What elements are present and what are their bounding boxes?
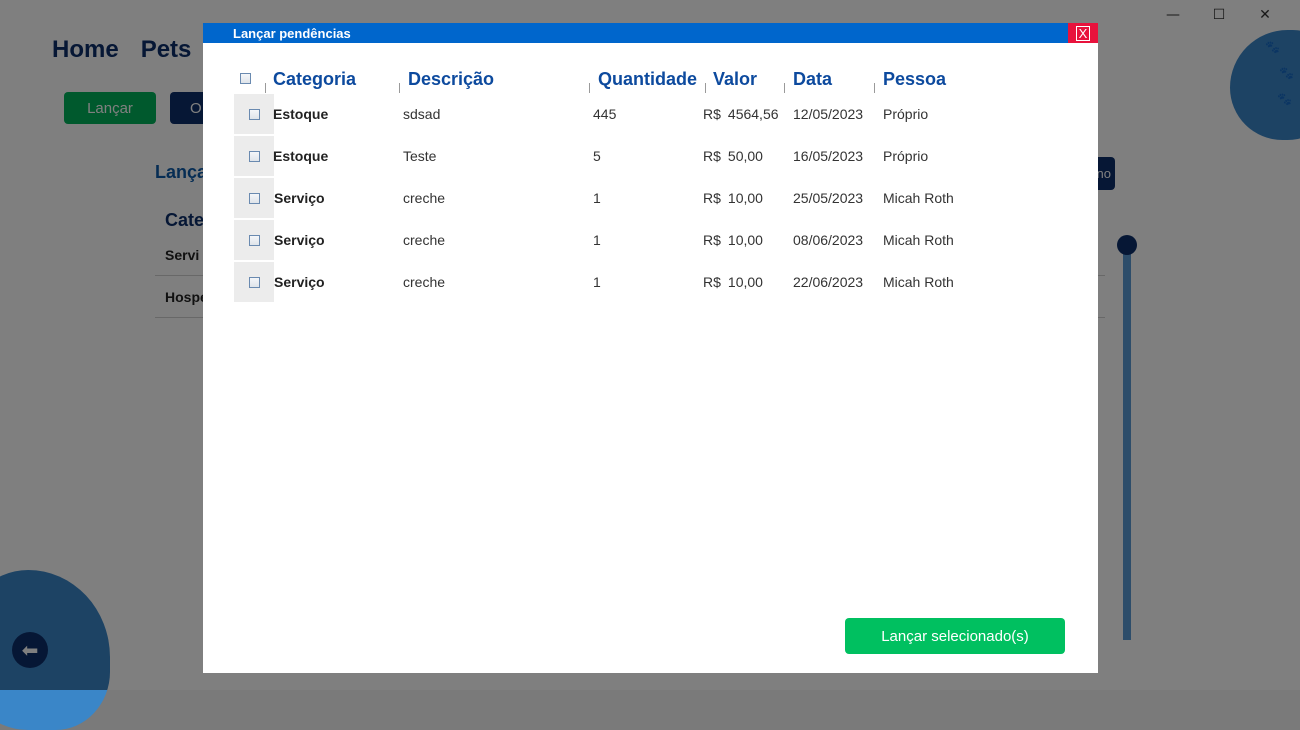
table-row[interactable]: Estoque Teste 5 R$ 50,00 16/05/2023 Próp…	[203, 136, 1098, 176]
currency-symbol: R$	[703, 148, 721, 164]
pending-entries-dialog: Lançar pendências X Categoria Descrição …	[203, 23, 1098, 673]
row-select-cell[interactable]	[234, 178, 274, 218]
table-row[interactable]: Serviço creche 1 R$ 10,00 08/06/2023 Mic…	[203, 220, 1098, 260]
cell-quantidade: 1	[593, 232, 601, 248]
currency-symbol: R$	[703, 190, 721, 206]
column-header-pessoa[interactable]: Pessoa	[883, 69, 946, 90]
row-checkbox[interactable]	[248, 150, 260, 162]
cell-quantidade: 1	[593, 274, 601, 290]
cell-pessoa: Micah Roth	[883, 232, 954, 248]
cell-valor: R$ 10,00	[703, 178, 763, 218]
cell-data: 08/06/2023	[793, 232, 864, 248]
dialog-title: Lançar pendências	[233, 26, 351, 41]
column-header-quantidade[interactable]: Quantidade	[598, 69, 697, 90]
column-divider[interactable]	[399, 83, 400, 93]
row-checkbox[interactable]	[248, 108, 260, 120]
column-divider[interactable]	[705, 83, 706, 93]
cell-valor: R$ 50,00	[703, 136, 763, 176]
cell-valor: R$ 10,00	[703, 220, 763, 260]
row-select-cell[interactable]	[234, 262, 274, 302]
select-all-checkbox[interactable]	[240, 73, 251, 84]
cell-categoria: Serviço	[274, 232, 325, 248]
column-divider[interactable]	[265, 83, 266, 93]
cell-pessoa: Micah Roth	[883, 190, 954, 206]
column-header-data[interactable]: Data	[793, 69, 832, 90]
column-divider[interactable]	[589, 83, 590, 93]
dialog-close-button[interactable]: X	[1068, 23, 1098, 43]
cell-valor-amount: 10,00	[727, 232, 763, 248]
cell-quantidade: 445	[593, 106, 617, 122]
close-icon: X	[1075, 25, 1091, 41]
cell-descricao: Teste	[403, 148, 437, 164]
cell-valor-amount: 50,00	[727, 148, 763, 164]
cell-valor: R$ 4564,56	[703, 94, 779, 134]
cell-pessoa: Próprio	[883, 148, 929, 164]
cell-quantidade: 5	[593, 148, 601, 164]
column-header-categoria[interactable]: Categoria	[273, 69, 356, 90]
table-header: Categoria Descrição Quantidade Valor Dat…	[203, 69, 1098, 93]
table-row[interactable]: Estoque sdsad 445 R$ 4564,56 12/05/2023 …	[203, 94, 1098, 134]
column-divider[interactable]	[874, 83, 875, 93]
cell-categoria: Serviço	[274, 190, 325, 206]
cell-quantidade: 1	[593, 190, 601, 206]
cell-data: 22/06/2023	[793, 274, 864, 290]
cell-data: 16/05/2023	[793, 148, 864, 164]
row-select-cell[interactable]	[234, 220, 274, 260]
currency-symbol: R$	[703, 232, 721, 248]
cell-valor-amount: 4564,56	[727, 106, 779, 122]
column-header-valor[interactable]: Valor	[713, 69, 757, 90]
currency-symbol: R$	[703, 274, 721, 290]
cell-descricao: creche	[403, 232, 446, 248]
cell-categoria: Estoque	[273, 148, 329, 164]
column-divider[interactable]	[784, 83, 785, 93]
cell-categoria: Estoque	[273, 106, 329, 122]
cell-valor: R$ 10,00	[703, 262, 763, 302]
column-header-descricao[interactable]: Descrição	[408, 69, 494, 90]
cell-valor-amount: 10,00	[727, 274, 763, 290]
cell-pessoa: Próprio	[883, 106, 929, 122]
cell-descricao: creche	[403, 274, 446, 290]
cell-categoria: Serviço	[274, 274, 325, 290]
row-checkbox[interactable]	[248, 234, 260, 246]
cell-pessoa: Micah Roth	[883, 274, 954, 290]
launch-selected-button[interactable]: Lançar selecionado(s)	[845, 618, 1065, 654]
row-select-cell[interactable]	[234, 136, 274, 176]
cell-descricao: sdsad	[403, 106, 441, 122]
table-row[interactable]: Serviço creche 1 R$ 10,00 22/06/2023 Mic…	[203, 262, 1098, 302]
row-select-cell[interactable]	[234, 94, 274, 134]
row-checkbox[interactable]	[248, 276, 260, 288]
dialog-titlebar: Lançar pendências X	[203, 23, 1098, 43]
row-checkbox[interactable]	[248, 192, 260, 204]
currency-symbol: R$	[703, 106, 721, 122]
cell-descricao: creche	[403, 190, 446, 206]
cell-valor-amount: 10,00	[727, 190, 763, 206]
table-row[interactable]: Serviço creche 1 R$ 10,00 25/05/2023 Mic…	[203, 178, 1098, 218]
cell-data: 25/05/2023	[793, 190, 864, 206]
cell-data: 12/05/2023	[793, 106, 864, 122]
